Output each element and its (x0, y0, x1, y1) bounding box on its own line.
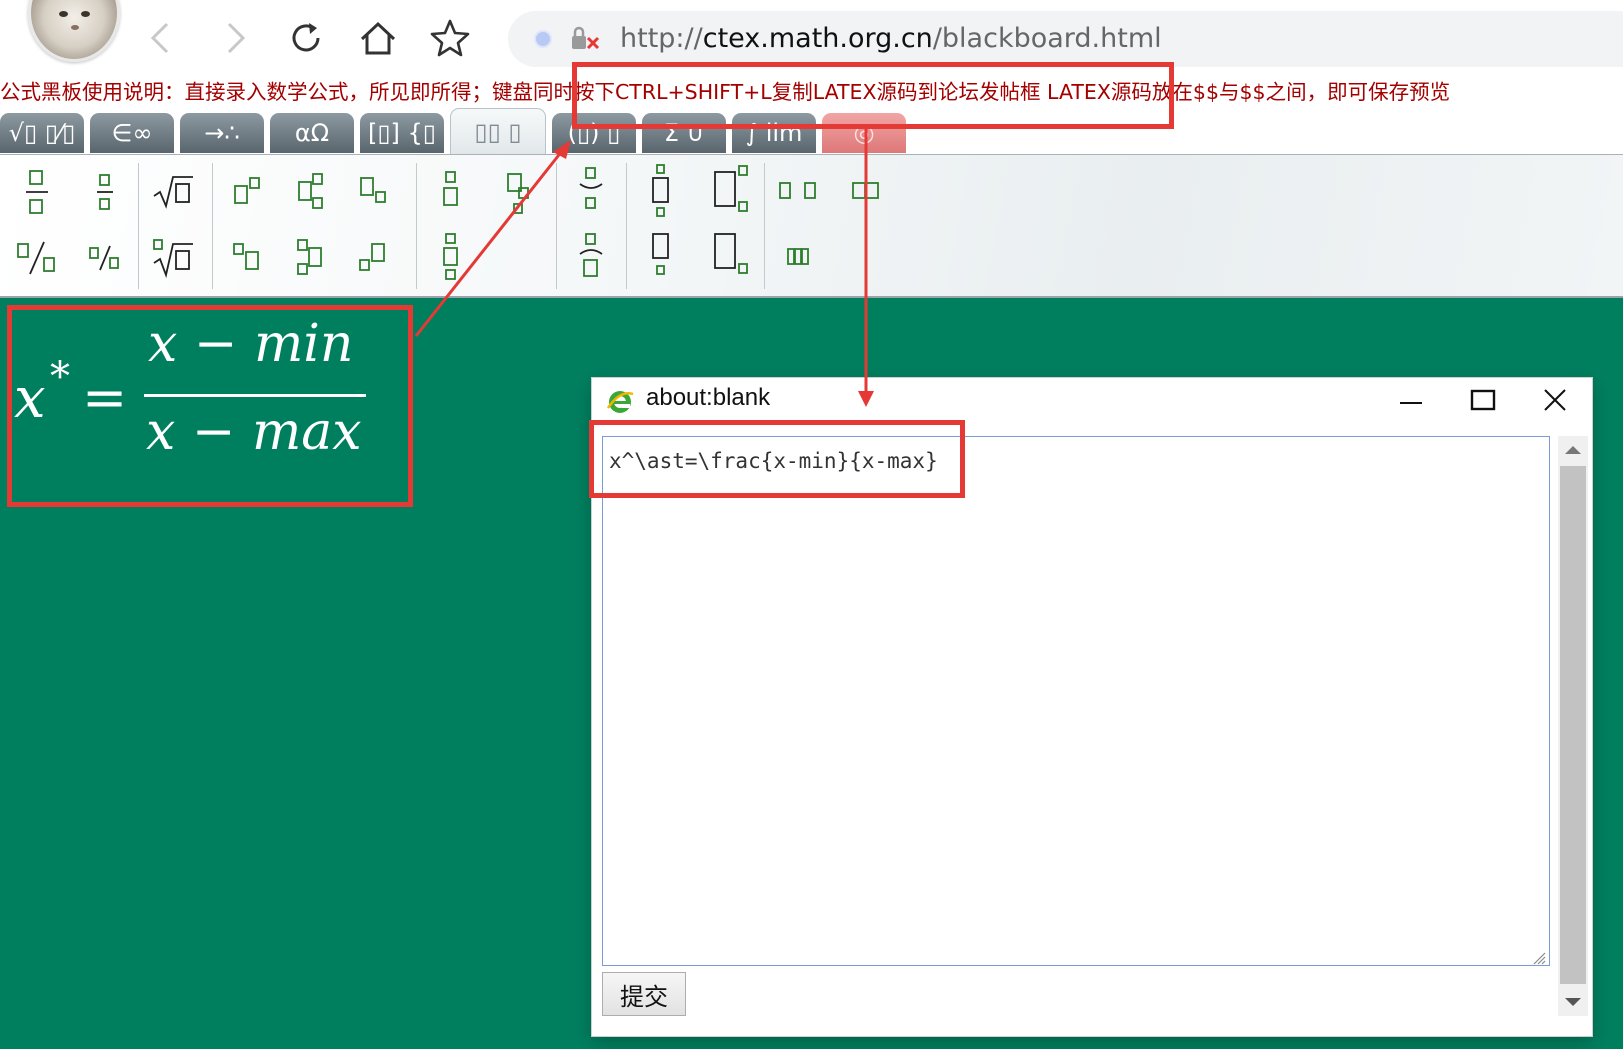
matrix-brace-icon: [▯] {▯ (367, 119, 437, 147)
triple-column-icon[interactable] (772, 231, 826, 285)
tab-greek[interactable]: αΩ (270, 113, 354, 153)
underscript-icon[interactable] (490, 165, 544, 219)
big-operator-sub-icon[interactable] (704, 231, 758, 285)
nth-root-icon[interactable] (146, 231, 200, 285)
pre-subscript-icon[interactable] (346, 231, 400, 285)
minimize-icon[interactable] (1378, 378, 1444, 422)
tab-element-infinity[interactable]: ∈∞ (90, 113, 174, 153)
special-icon: ◎ (853, 119, 875, 147)
rendered-formula: x * = x − min x − max (12, 310, 402, 500)
usage-instructions: 公式黑板使用说明：直接录入数学公式，所见即所得；键盘同时按下CTRL+SHIFT… (0, 80, 1451, 104)
overscript-icon[interactable] (424, 165, 478, 219)
big-operator-side-limits-icon[interactable] (704, 165, 758, 219)
tab-special[interactable]: ◎ (822, 113, 906, 153)
tab-brackets[interactable]: (▯) ▯ (552, 113, 636, 153)
square-root-icon[interactable] (146, 165, 200, 219)
formula-equals: = (82, 366, 128, 429)
small-fraction-icon[interactable] (78, 165, 132, 219)
tab-radical-fraction[interactable]: √▯ ▯⁄▯ (0, 113, 84, 153)
close-icon[interactable] (1522, 378, 1588, 422)
greek-letters-icon: αΩ (294, 119, 330, 147)
latex-source-textarea[interactable]: x^\ast=\frac{x-min}{x-max} (602, 436, 1550, 966)
popup-window: about:blank x^\ast=\frac{x-min}{x-max} 提… (592, 378, 1592, 1036)
tab-matrix[interactable]: [▯] {▯ (360, 113, 444, 153)
maximize-icon[interactable] (1450, 378, 1516, 422)
formula-numerator: x − min (148, 314, 354, 374)
sum-union-icon: Σ ∪ (663, 119, 705, 147)
adjacent-pair-icon[interactable] (840, 165, 894, 219)
vertical-scrollbar[interactable] (1558, 436, 1588, 1016)
editor-tab-bar: √▯ ▯⁄▯ ∈∞ →∴ αΩ [▯] {▯ ▯▯ ▯ (▯) ▯ Σ ∪ ∫ … (0, 108, 1623, 154)
sub-superscript-icon[interactable] (284, 165, 338, 219)
popup-titlebar: about:blank (592, 378, 1592, 422)
brackets-icon: (▯) ▯ (567, 119, 621, 147)
radical-fraction-icon: √▯ ▯⁄▯ (8, 119, 76, 147)
profile-avatar[interactable] (28, 0, 120, 62)
big-operator-limits-icon[interactable] (634, 164, 688, 219)
superscript-icon[interactable] (220, 165, 274, 219)
home-icon[interactable] (356, 16, 400, 60)
formula-denominator: x − max (146, 402, 362, 462)
small-slash-fraction-icon[interactable] (78, 231, 132, 285)
reload-icon[interactable] (284, 16, 328, 60)
over-underscript-icon[interactable] (424, 231, 478, 285)
scroll-down-icon[interactable] (1565, 998, 1581, 1006)
element-infinity-icon: ∈∞ (111, 119, 153, 147)
scripts-icon: ▯▯ ▯ (474, 117, 522, 146)
tab-sum-union[interactable]: Σ ∪ (642, 113, 726, 153)
address-bar[interactable]: http://ctex.math.org.cn/blackboard.html (508, 11, 1623, 67)
big-operator-under-icon[interactable] (634, 231, 688, 285)
tab-scripts[interactable]: ▯▯ ▯ (450, 108, 546, 154)
bookmark-star-icon[interactable] (428, 16, 472, 60)
slash-fraction-icon[interactable] (10, 231, 64, 285)
symbol-palette (0, 154, 1623, 298)
tab-integral-limit[interactable]: ∫ lim (732, 113, 816, 153)
popup-title: about:blank (646, 384, 771, 411)
scroll-up-icon[interactable] (1565, 446, 1581, 454)
fraction-icon[interactable] (10, 165, 64, 219)
formula-lhs: x (14, 366, 46, 431)
arrows-dots-icon: →∴ (204, 119, 240, 147)
formula-superscript: * (50, 354, 70, 400)
resize-grip-icon[interactable] (1532, 950, 1546, 969)
forward-icon[interactable] (214, 16, 258, 60)
back-icon[interactable] (138, 16, 182, 60)
site-info-icon[interactable] (534, 30, 552, 48)
url-text: http://ctex.math.org.cn/blackboard.html (620, 23, 1162, 54)
stack-under-icon[interactable] (564, 231, 618, 285)
not-secure-lock-icon[interactable] (570, 25, 604, 57)
tab-arrows[interactable]: →∴ (180, 113, 264, 153)
pre-superscript-icon[interactable] (220, 231, 274, 285)
submit-button[interactable]: 提交 (602, 972, 686, 1016)
fraction-bar (144, 394, 366, 397)
stack-over-icon[interactable] (564, 165, 618, 219)
pre-sub-superscript-icon[interactable] (284, 231, 338, 285)
integral-limit-icon: ∫ lim (745, 119, 803, 147)
ie-logo-icon (606, 388, 634, 416)
browser-toolbar: http://ctex.math.org.cn/blackboard.html (0, 0, 1623, 76)
spaced-pair-icon[interactable] (772, 165, 826, 219)
scrollbar-thumb[interactable] (1560, 466, 1586, 984)
subscript-icon[interactable] (346, 165, 400, 219)
